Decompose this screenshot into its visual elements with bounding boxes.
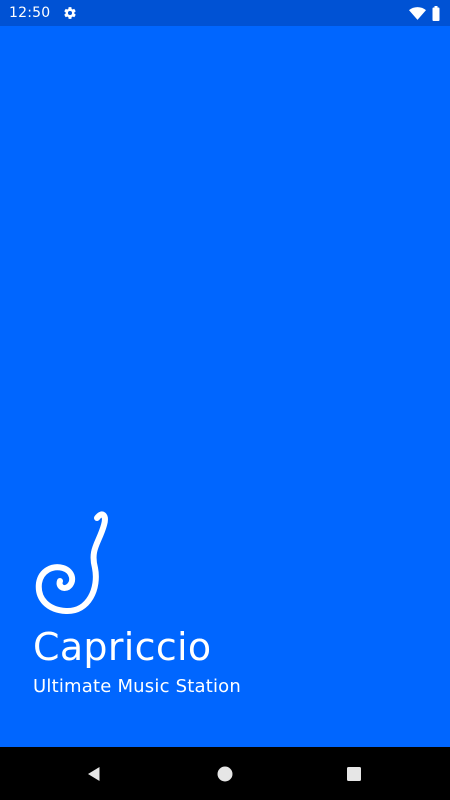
status-bar: 12:50 [0,0,450,26]
back-button[interactable] [64,747,124,800]
app-title: Capriccio [33,625,212,669]
recents-square-icon [347,766,361,781]
navigation-bar [0,747,450,800]
battery-icon [432,5,440,21]
app-subtitle: Ultimate Music Station [33,676,241,697]
home-circle-icon [217,766,233,781]
splash-branding: Capriccio Ultimate Music Station [33,510,241,699]
settings-icon [62,5,78,21]
splash-screen: 12:50 Capriccio Ultimate Music Station [0,0,450,800]
wifi-icon [409,6,426,20]
status-time: 12:50 [9,5,51,21]
home-button[interactable] [195,747,255,800]
back-triangle-icon [88,766,100,781]
recents-button[interactable] [324,747,384,800]
swirl-logo-icon [35,511,108,615]
status-indicators [409,5,440,21]
